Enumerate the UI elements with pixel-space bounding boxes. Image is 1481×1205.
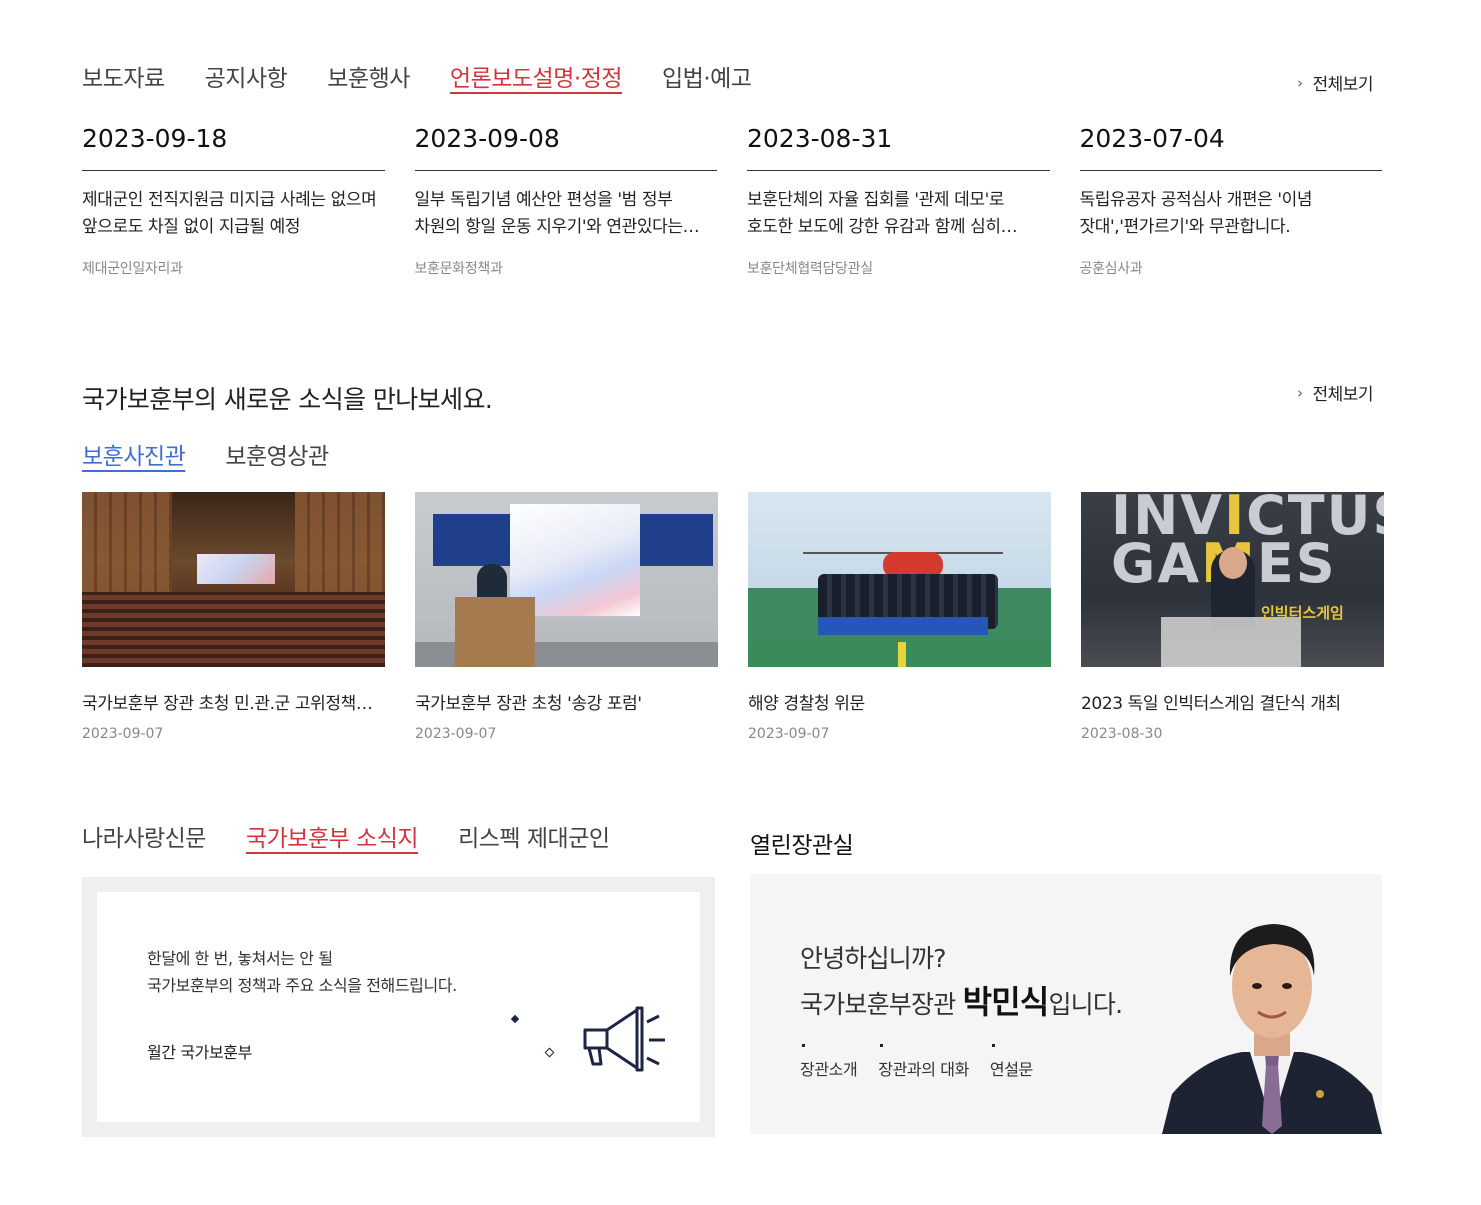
chevron-right-icon: › (1297, 383, 1303, 402)
newsletter-card: 한달에 한 번, 놓쳐서는 안 될 국가보훈부의 정책과 주요 소식을 전해드립… (97, 892, 700, 1122)
photo-card[interactable]: INVICTUS GAMES 인빅터스게임 2023 독일 인빅터스게임 결단식… (1081, 492, 1384, 742)
tab-photo-gallery[interactable]: 보훈사진관 (82, 440, 186, 474)
news-view-all-link[interactable]: › 전체보기 (1297, 70, 1374, 96)
photo-date: 2023-09-07 (415, 726, 497, 742)
minister-name: 박민식 (962, 983, 1050, 1021)
view-all-label: 전체보기 (1312, 385, 1374, 405)
tab-respect-veterans[interactable]: 리스펙 제대군인 (458, 822, 610, 856)
news-title[interactable]: 일부 독립기념 예산안 편성을 '범 정부 차원의 항일 운동 지우기'와 연관… (415, 187, 718, 241)
tab-notices[interactable]: 공지사항 (205, 62, 288, 96)
tab-legislation[interactable]: 입법·예고 (662, 62, 752, 96)
photo-title[interactable]: 2023 독일 인빅터스게임 결단식 개최 (1081, 689, 1384, 714)
news-date: 2023-07-04 (1079, 118, 1382, 171)
news-date: 2023-09-18 (82, 118, 385, 171)
decor-diamond (544, 1047, 555, 1058)
photo-card[interactable]: 국가보훈부 장관 초청 '송강 포럼' 2023-09-07 (415, 492, 718, 742)
news-title[interactable]: 독립유공자 공적심사 개편은 '이념 잣대','편가르기'와 무관합니다. (1080, 187, 1383, 241)
photo-date: 2023-08-30 (1081, 726, 1163, 742)
decor-dot (510, 1014, 520, 1024)
photo-title[interactable]: 해양 경찰청 위문 (748, 689, 1051, 714)
minister-intro: 국가보훈부장관 박민식입니다. (800, 983, 1123, 1021)
tab-press-corrections[interactable]: 언론보도설명·정정 (450, 62, 623, 96)
chevron-right-icon: › (1297, 73, 1303, 92)
news-dept: 보훈문화정책과 (414, 261, 503, 277)
megaphone-icon (583, 1006, 665, 1072)
tab-press-release[interactable]: 보도자료 (82, 62, 165, 96)
photo-thumbnail[interactable] (748, 492, 1051, 667)
photo-card[interactable]: 국가보훈부 장관 초청 민.관.군 고위정책과정 특강 2023-09-07 (82, 492, 385, 742)
news-list: 2023-09-18 제대군인 전직지원금 미지급 사례는 없으며 앞으로도 차… (82, 118, 1382, 278)
news-card[interactable]: 2023-07-04 독립유공자 공적심사 개편은 '이념 잣대','편가르기'… (1079, 118, 1383, 278)
news-title[interactable]: 제대군인 전직지원금 미지급 사례는 없으며 앞으로도 차질 없이 지급될 예정 (82, 187, 385, 241)
minister-banner: 안녕하십니까? 국가보훈부장관 박민식입니다. 장관소개 장관과의 대화 연설문 (750, 874, 1382, 1134)
news-date: 2023-09-08 (414, 118, 717, 171)
photo-date: 2023-09-07 (82, 726, 164, 742)
news-date: 2023-08-31 (747, 118, 1050, 171)
link-speeches[interactable]: 연설문 (990, 1044, 1033, 1080)
minister-greeting: 안녕하십니까? (800, 944, 946, 973)
newsletter-label: 월간 국가보훈부 (147, 1043, 252, 1062)
photo-thumbnail[interactable] (415, 492, 718, 667)
photo-title[interactable]: 국가보훈부 장관 초청 민.관.군 고위정책과정 특강 (82, 689, 385, 714)
tab-nara-newspaper[interactable]: 나라사랑신문 (82, 822, 206, 856)
tab-ministry-newsletter[interactable]: 국가보훈부 소식지 (246, 822, 419, 856)
photo-card[interactable]: 해양 경찰청 위문 2023-09-07 (748, 492, 1051, 742)
news-title[interactable]: 보훈단체의 자율 집회를 '관제 데모'로 호도한 보도에 강한 유감과 함께 … (747, 187, 1050, 241)
news-dept: 제대군인일자리과 (82, 261, 183, 277)
minister-portrait (1162, 924, 1382, 1134)
news-tabs: 보도자료 공지사항 보훈행사 언론보도설명·정정 입법·예고 (82, 62, 752, 96)
news-card[interactable]: 2023-08-31 보훈단체의 자율 집회를 '관제 데모'로 호도한 보도에… (747, 118, 1050, 278)
tab-events[interactable]: 보훈행사 (327, 62, 410, 96)
view-all-label: 전체보기 (1312, 75, 1374, 95)
tab-video-gallery[interactable]: 보훈영상관 (225, 440, 329, 474)
minister-links: 장관소개 장관과의 대화 연설문 (800, 1044, 1033, 1080)
gallery-heading: 국가보훈부의 새로운 소식을 만나보세요. (82, 385, 493, 414)
newsletter-desc-line1: 한달에 한 번, 놓쳐서는 안 될 (147, 949, 333, 968)
photo-date: 2023-09-07 (748, 726, 830, 742)
photo-title[interactable]: 국가보훈부 장관 초청 '송강 포럼' (415, 689, 718, 714)
newsletter-banner[interactable]: 한달에 한 번, 놓쳐서는 안 될 국가보훈부의 정책과 주요 소식을 전해드립… (82, 877, 715, 1137)
newsletter-tabs: 나라사랑신문 국가보훈부 소식지 리스펙 제대군인 (82, 822, 610, 856)
link-minister-profile[interactable]: 장관소개 (800, 1044, 858, 1080)
news-dept: 보훈단체협력담당관실 (747, 261, 873, 277)
gallery-view-all-link[interactable]: › 전체보기 (1297, 380, 1374, 406)
gallery-tabs: 보훈사진관 보훈영상관 (82, 440, 329, 474)
invictus-sub-text: 인빅터스게임 (1261, 604, 1344, 622)
minister-section-title: 열린장관실 (750, 833, 854, 859)
news-card[interactable]: 2023-09-18 제대군인 전직지원금 미지급 사례는 없으며 앞으로도 차… (82, 118, 385, 278)
photo-thumbnail[interactable]: INVICTUS GAMES 인빅터스게임 (1081, 492, 1384, 667)
news-card[interactable]: 2023-09-08 일부 독립기념 예산안 편성을 '범 정부 차원의 항일 … (414, 118, 718, 278)
photo-thumbnail[interactable] (82, 492, 385, 667)
news-dept: 공훈심사과 (1079, 261, 1143, 277)
photo-list: 국가보훈부 장관 초청 민.관.군 고위정책과정 특강 2023-09-07 국… (82, 492, 1384, 742)
link-talk-with-minister[interactable]: 장관과의 대화 (878, 1044, 969, 1080)
newsletter-desc-line2: 국가보훈부의 정책과 주요 소식을 전해드립니다. (147, 976, 457, 995)
